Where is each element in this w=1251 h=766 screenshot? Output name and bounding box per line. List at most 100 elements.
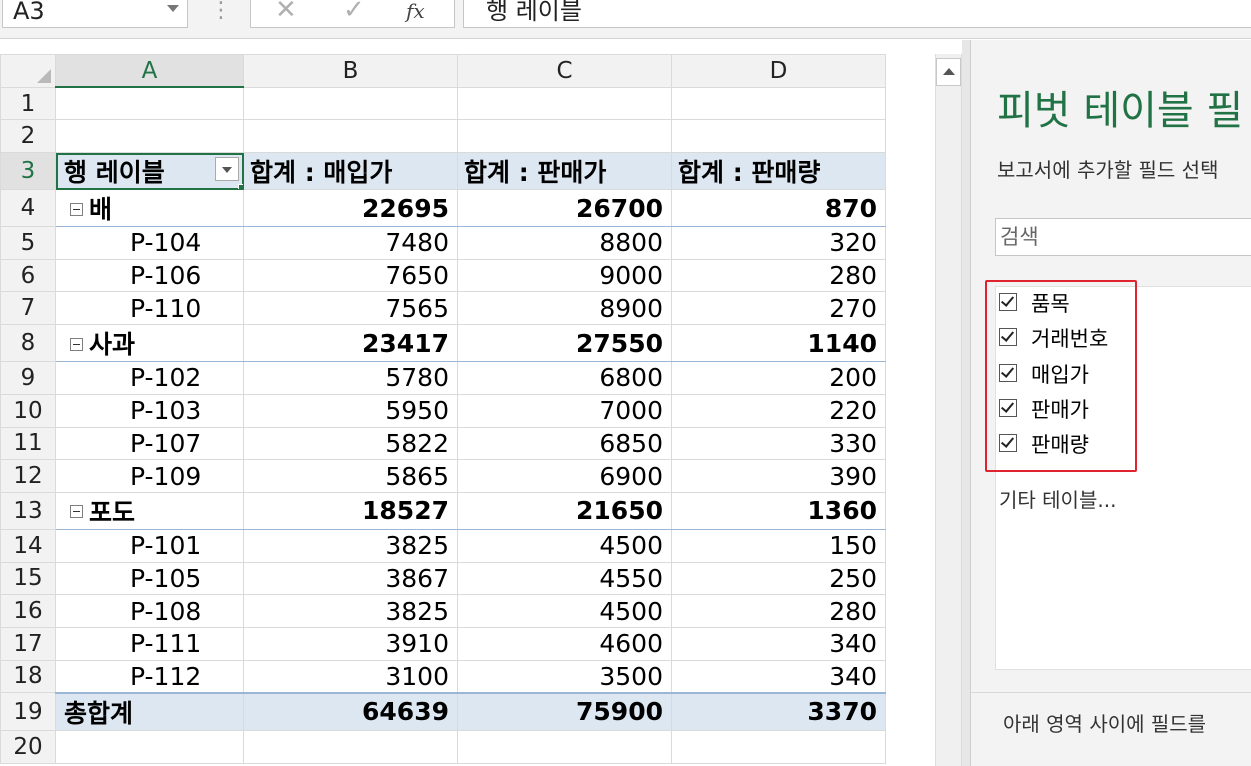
row-header[interactable]: 8 bbox=[0, 324, 56, 363]
fill-handle[interactable] bbox=[238, 184, 243, 189]
row-header[interactable]: 3 bbox=[0, 152, 56, 191]
field-item-purchase-price[interactable]: 매입가 bbox=[999, 360, 1089, 390]
cell[interactable] bbox=[457, 86, 672, 121]
value-cell[interactable]: 250 bbox=[671, 561, 886, 596]
row-header[interactable]: 19 bbox=[0, 692, 56, 731]
item-label-cell[interactable]: P-103 bbox=[55, 393, 244, 428]
value-cell[interactable]: 3867 bbox=[243, 561, 458, 596]
collapse-icon[interactable] bbox=[70, 202, 83, 216]
item-label-cell[interactable]: P-101 bbox=[55, 528, 244, 563]
row-header[interactable]: 2 bbox=[0, 119, 56, 154]
item-label-cell[interactable]: P-109 bbox=[55, 459, 244, 493]
formula-bar-splitter[interactable]: ⋮ bbox=[210, 0, 232, 23]
item-label-cell[interactable]: P-105 bbox=[55, 561, 244, 596]
value-cell[interactable]: 6850 bbox=[457, 426, 672, 461]
row-header[interactable]: 10 bbox=[0, 393, 56, 428]
group-label-cell[interactable]: 사과 bbox=[55, 324, 244, 363]
pane-splitter[interactable] bbox=[962, 40, 970, 766]
enter-icon[interactable]: ✓ bbox=[343, 0, 365, 25]
cell[interactable] bbox=[671, 729, 886, 764]
cell[interactable] bbox=[55, 86, 244, 121]
row-header[interactable]: 9 bbox=[0, 361, 56, 395]
row-header[interactable]: 16 bbox=[0, 594, 56, 628]
vertical-scrollbar[interactable] bbox=[935, 54, 962, 766]
value-cell[interactable]: 220 bbox=[671, 393, 886, 428]
row-header[interactable]: 14 bbox=[0, 528, 56, 563]
checkbox-checked-icon[interactable] bbox=[999, 293, 1017, 311]
row-header[interactable]: 4 bbox=[0, 189, 56, 228]
value-cell[interactable]: 7565 bbox=[243, 291, 458, 326]
item-label-cell[interactable]: P-102 bbox=[55, 361, 244, 395]
field-search-input[interactable]: 검색 bbox=[995, 218, 1251, 256]
cell[interactable] bbox=[671, 119, 886, 154]
value-cell[interactable]: 280 bbox=[671, 258, 886, 293]
value-cell[interactable]: 8800 bbox=[457, 226, 672, 260]
value-cell[interactable]: 6900 bbox=[457, 459, 672, 493]
value-cell[interactable]: 3825 bbox=[243, 528, 458, 563]
value-cell[interactable]: 8900 bbox=[457, 291, 672, 326]
row-labels-cell[interactable]: 행 레이블 bbox=[55, 152, 244, 191]
group-label-cell[interactable]: 포도 bbox=[55, 491, 244, 530]
cell[interactable] bbox=[243, 119, 458, 154]
row-header[interactable]: 5 bbox=[0, 226, 56, 260]
row-header[interactable]: 17 bbox=[0, 626, 56, 661]
filter-dropdown-icon[interactable] bbox=[215, 157, 239, 182]
column-header-c[interactable]: C bbox=[457, 54, 672, 88]
cell[interactable] bbox=[55, 729, 244, 764]
column-header-a[interactable]: A bbox=[55, 54, 244, 89]
row-header[interactable]: 18 bbox=[0, 659, 56, 694]
chevron-down-icon[interactable] bbox=[167, 5, 179, 12]
row-header[interactable]: 15 bbox=[0, 561, 56, 596]
checkbox-checked-icon[interactable] bbox=[999, 399, 1017, 417]
cell[interactable] bbox=[243, 729, 458, 764]
pivot-header-cell[interactable]: 합계 : 판매가 bbox=[457, 152, 672, 191]
value-cell[interactable]: 3910 bbox=[243, 626, 458, 661]
item-label-cell[interactable]: P-111 bbox=[55, 626, 244, 661]
value-cell[interactable]: 340 bbox=[671, 659, 886, 694]
grand-total-label[interactable]: 총합계 bbox=[55, 691, 244, 731]
checkbox-checked-icon[interactable] bbox=[999, 364, 1017, 382]
name-box[interactable]: A3 bbox=[2, 0, 188, 28]
group-total-cell[interactable]: 27550 bbox=[457, 324, 672, 363]
value-cell[interactable]: 320 bbox=[671, 226, 886, 260]
select-all-button[interactable] bbox=[0, 54, 56, 88]
field-item-sale-price[interactable]: 판매가 bbox=[999, 395, 1089, 425]
value-cell[interactable]: 3500 bbox=[457, 659, 672, 694]
collapse-icon[interactable] bbox=[70, 505, 83, 519]
value-cell[interactable]: 4500 bbox=[457, 594, 672, 628]
cancel-icon[interactable]: ✕ bbox=[275, 0, 297, 25]
column-header-b[interactable]: B bbox=[243, 54, 458, 88]
value-cell[interactable]: 340 bbox=[671, 626, 886, 661]
group-total-cell[interactable]: 870 bbox=[671, 189, 886, 228]
value-cell[interactable]: 270 bbox=[671, 291, 886, 326]
pivot-header-cell[interactable]: 합계 : 매입가 bbox=[243, 152, 458, 191]
value-cell[interactable]: 4550 bbox=[457, 561, 672, 596]
value-cell[interactable]: 150 bbox=[671, 528, 886, 563]
group-label-cell[interactable]: 배 bbox=[55, 189, 244, 228]
group-total-cell[interactable]: 23417 bbox=[243, 324, 458, 363]
value-cell[interactable]: 280 bbox=[671, 594, 886, 628]
row-header[interactable]: 7 bbox=[0, 291, 56, 326]
cell[interactable] bbox=[457, 729, 672, 764]
value-cell[interactable]: 7650 bbox=[243, 258, 458, 293]
value-cell[interactable]: 7000 bbox=[457, 393, 672, 428]
group-total-cell[interactable]: 1360 bbox=[671, 491, 886, 530]
grand-total-cell[interactable]: 64639 bbox=[243, 691, 458, 731]
more-tables-link[interactable]: 기타 테이블... bbox=[999, 484, 1116, 513]
checkbox-checked-icon[interactable] bbox=[999, 434, 1017, 452]
group-total-cell[interactable]: 26700 bbox=[457, 189, 672, 228]
formula-input[interactable]: 행 레이블 bbox=[463, 0, 1251, 28]
value-cell[interactable]: 5822 bbox=[243, 426, 458, 461]
scroll-up-arrow-icon[interactable] bbox=[936, 58, 961, 86]
value-cell[interactable]: 200 bbox=[671, 361, 886, 395]
group-total-cell[interactable]: 18527 bbox=[243, 491, 458, 530]
row-header[interactable]: 13 bbox=[0, 491, 56, 530]
grand-total-cell[interactable]: 3370 bbox=[671, 691, 886, 731]
value-cell[interactable]: 4600 bbox=[457, 626, 672, 661]
value-cell[interactable]: 7480 bbox=[243, 226, 458, 260]
row-header[interactable]: 11 bbox=[0, 426, 56, 461]
value-cell[interactable]: 5865 bbox=[243, 459, 458, 493]
value-cell[interactable]: 5950 bbox=[243, 393, 458, 428]
value-cell[interactable]: 9000 bbox=[457, 258, 672, 293]
value-cell[interactable]: 4500 bbox=[457, 528, 672, 563]
